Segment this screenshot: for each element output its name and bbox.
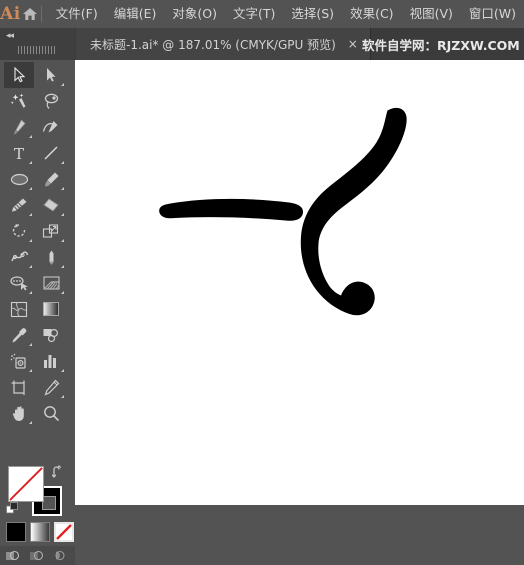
shape-builder-tool[interactable] <box>4 270 34 296</box>
draw-mode-group <box>0 546 75 565</box>
width-tool[interactable] <box>4 244 34 270</box>
tool-flyout-indicator <box>61 395 64 398</box>
color-mode-button[interactable] <box>6 522 26 542</box>
tool-flyout-indicator <box>29 239 32 242</box>
selection-tool[interactable] <box>4 62 34 88</box>
hand-tool[interactable] <box>4 400 34 426</box>
tool-flyout-indicator <box>29 369 32 372</box>
tool-flyout-indicator <box>61 161 64 164</box>
tool-flyout-indicator <box>61 291 64 294</box>
pen-tool[interactable] <box>4 114 34 140</box>
menu-item-type[interactable]: 文字(T) <box>225 0 283 28</box>
free-transform-tool[interactable] <box>36 244 66 270</box>
gradient-mode-button[interactable] <box>30 522 50 542</box>
menu-item-effect[interactable]: 效果(C) <box>342 0 401 28</box>
mesh-tool[interactable] <box>4 296 34 322</box>
line-segment-tool[interactable] <box>36 140 66 166</box>
default-fill-stroke-icon[interactable] <box>6 500 19 519</box>
blend-tool[interactable] <box>36 322 66 348</box>
pencil-tool[interactable] <box>4 192 34 218</box>
tool-flyout-indicator <box>29 161 32 164</box>
slice-tool[interactable] <box>36 374 66 400</box>
artboard-tool[interactable] <box>4 374 34 400</box>
tool-flyout-indicator <box>29 213 32 216</box>
ellipse-tool[interactable] <box>4 166 34 192</box>
document-tab[interactable]: 未标题-1.ai* @ 187.01% (CMYK/GPU 预览) × <box>76 28 371 60</box>
menu-divider <box>41 6 42 22</box>
document-tab-title: 未标题-1.ai* @ 187.01% (CMYK/GPU 预览) <box>90 37 336 52</box>
lasso-tool[interactable] <box>36 88 66 114</box>
tool-panel: T <box>0 60 76 565</box>
tool-flyout-indicator <box>61 265 64 268</box>
rotate-tool[interactable] <box>4 218 34 244</box>
collapse-panel-icon[interactable]: ◂◂ <box>6 31 14 41</box>
menu-item-window[interactable]: 窗口(W) <box>461 0 524 28</box>
illustrator-window: Ai 文件(F) 编辑(E) 对象(O) 文字(T) 选择(S) 效果(C) 视… <box>0 0 524 565</box>
scale-tool[interactable] <box>36 218 66 244</box>
type-tool[interactable]: T <box>4 140 34 166</box>
eraser-tool[interactable] <box>36 192 66 218</box>
draw-behind-button[interactable] <box>24 546 48 565</box>
artwork-svg <box>159 107 407 316</box>
document-tab-bar: ◂◂ 未标题-1.ai* @ 187.01% (CMYK/GPU 预览) × 软… <box>0 28 524 60</box>
tool-flyout-indicator <box>61 369 64 372</box>
draw-normal-button[interactable] <box>0 546 24 565</box>
home-icon[interactable] <box>21 0 39 28</box>
swap-fill-stroke-icon[interactable] <box>51 464 65 483</box>
perspective-grid-tool[interactable] <box>36 270 66 296</box>
tool-flyout-indicator <box>61 83 64 86</box>
horizontal-brush-stroke <box>159 198 304 221</box>
fill-stroke-controls <box>4 464 72 516</box>
panel-drag-handle[interactable] <box>18 46 56 54</box>
zoom-tool[interactable] <box>36 400 66 426</box>
menu-item-select[interactable]: 选择(S) <box>283 0 342 28</box>
menu-bar: Ai 文件(F) 编辑(E) 对象(O) 文字(T) 选择(S) 效果(C) 视… <box>0 0 524 28</box>
menu-item-file[interactable]: 文件(F) <box>48 0 106 28</box>
watermark-text: 软件自学网：RJZXW.COM <box>362 37 520 53</box>
tool-grid: T <box>4 62 72 426</box>
document-canvas[interactable] <box>75 60 524 505</box>
tool-panel-header: ◂◂ <box>0 28 75 60</box>
hook-brush-stroke <box>300 107 407 316</box>
color-mode-group <box>6 522 78 542</box>
tool-flyout-indicator <box>29 265 32 268</box>
tool-flyout-indicator <box>29 135 32 138</box>
stroke-swatch-inner <box>42 496 56 510</box>
tool-flyout-indicator <box>29 421 32 424</box>
close-icon[interactable]: × <box>346 37 360 51</box>
tool-flyout-indicator <box>29 187 32 190</box>
menu-item-view[interactable]: 视图(V) <box>402 0 461 28</box>
paintbrush-tool[interactable] <box>36 166 66 192</box>
tool-flyout-indicator <box>29 343 32 346</box>
none-mode-button[interactable] <box>54 522 74 542</box>
curvature-tool[interactable] <box>36 114 66 140</box>
tool-flyout-indicator <box>61 239 64 242</box>
draw-inside-button[interactable] <box>48 546 72 565</box>
symbol-sprayer-tool[interactable] <box>4 348 34 374</box>
menu-item-list: 文件(F) 编辑(E) 对象(O) 文字(T) 选择(S) 效果(C) 视图(V… <box>48 0 524 28</box>
eyedropper-tool[interactable] <box>4 322 34 348</box>
tool-flyout-indicator <box>61 187 64 190</box>
direct-selection-tool[interactable] <box>36 62 66 88</box>
column-graph-tool[interactable] <box>36 348 66 374</box>
svg-text:T: T <box>14 145 24 161</box>
tool-flyout-indicator <box>29 291 32 294</box>
tool-flyout-indicator <box>61 213 64 216</box>
app-logo: Ai <box>0 4 21 24</box>
magic-wand-tool[interactable] <box>4 88 34 114</box>
fill-swatch-none[interactable] <box>8 466 44 502</box>
menu-item-object[interactable]: 对象(O) <box>164 0 225 28</box>
gradient-tool[interactable] <box>36 296 66 322</box>
menu-item-edit[interactable]: 编辑(E) <box>106 0 165 28</box>
